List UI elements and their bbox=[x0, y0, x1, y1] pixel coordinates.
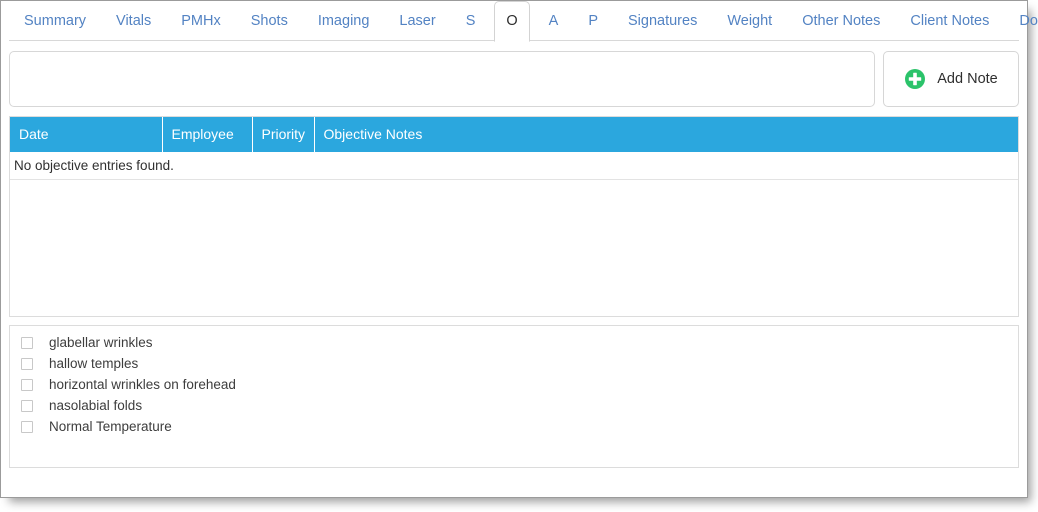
tab-weight[interactable]: Weight bbox=[716, 1, 783, 41]
tab-label: S bbox=[465, 13, 476, 29]
tab-client-notes[interactable]: Client Notes bbox=[899, 1, 1000, 41]
checkbox-horizontal-wrinkles-on-forehead[interactable] bbox=[21, 378, 33, 391]
tab-signatures[interactable]: Signatures bbox=[617, 1, 708, 41]
tab-label: P bbox=[588, 13, 598, 29]
tab-label: A bbox=[548, 13, 559, 29]
column-header-employee[interactable]: Employee bbox=[162, 117, 253, 152]
tab-label: Client Notes bbox=[910, 13, 990, 29]
checkbox-nasolabial-folds[interactable] bbox=[21, 399, 33, 412]
tab-vitals[interactable]: Vitals bbox=[105, 1, 162, 41]
checklist-item-label: horizontal wrinkles on forehead bbox=[49, 377, 236, 392]
checklist-item[interactable]: hallow temples bbox=[14, 353, 1014, 374]
add-note-label: Add Note bbox=[937, 71, 998, 87]
checklist-item-label: nasolabial folds bbox=[49, 398, 143, 413]
table-empty-row: No objective entries found. bbox=[10, 152, 1018, 180]
tab-label: Shots bbox=[250, 13, 288, 29]
table-header-row: Date Employee Priority Objective Notes bbox=[10, 117, 1018, 152]
table-header: Date Employee Priority Objective Notes bbox=[10, 117, 1018, 152]
tab-a[interactable]: A bbox=[538, 1, 570, 41]
tab-label: Documents bbox=[1019, 13, 1038, 29]
empty-state-message: No objective entries found. bbox=[10, 152, 1018, 180]
objective-notes-panel: Date Employee Priority Objective Notes N… bbox=[9, 116, 1019, 317]
tab-label: Vitals bbox=[116, 13, 152, 29]
objective-note-input[interactable] bbox=[9, 51, 875, 107]
tab-documents[interactable]: Documents bbox=[1008, 1, 1038, 41]
checklist-item-label: hallow temples bbox=[49, 356, 139, 371]
tab-label: Other Notes bbox=[802, 13, 881, 29]
tab-other-notes[interactable]: Other Notes bbox=[791, 1, 891, 41]
tab-label: Imaging bbox=[317, 13, 370, 29]
checkbox-hallow-temples[interactable] bbox=[21, 357, 33, 370]
add-note-button[interactable]: Add Note bbox=[883, 51, 1019, 107]
tab-imaging[interactable]: Imaging bbox=[307, 1, 381, 41]
checklist-item[interactable]: nasolabial folds bbox=[14, 395, 1014, 416]
objective-checklist-panel: glabellar wrinkles hallow temples horizo… bbox=[9, 325, 1019, 468]
tab-summary[interactable]: Summary bbox=[13, 1, 97, 41]
tab-label: Signatures bbox=[628, 13, 698, 29]
tab-laser[interactable]: Laser bbox=[388, 1, 446, 41]
tab-panel-objective: Add Note Date Employee Priority Objectiv… bbox=[1, 41, 1027, 468]
tab-pmhx[interactable]: PMHx bbox=[170, 1, 231, 41]
application-window: Summary Vitals PMHx Shots Imaging Laser … bbox=[0, 0, 1038, 498]
column-header-date[interactable]: Date bbox=[10, 117, 163, 152]
checklist-item[interactable]: Normal Temperature bbox=[14, 416, 1014, 437]
tab-label: Weight bbox=[727, 13, 773, 29]
table-body: No objective entries found. bbox=[10, 152, 1018, 180]
checklist-item-label: Normal Temperature bbox=[49, 419, 172, 434]
column-header-objective-notes[interactable]: Objective Notes bbox=[314, 117, 1018, 152]
tab-label: Laser bbox=[399, 13, 436, 29]
tab-label: Summary bbox=[24, 13, 87, 29]
tab-label: O bbox=[506, 13, 518, 29]
checklist-item-label: glabellar wrinkles bbox=[49, 335, 153, 350]
tab-label: PMHx bbox=[181, 13, 221, 29]
checklist-item[interactable]: horizontal wrinkles on forehead bbox=[14, 374, 1014, 395]
objective-notes-table: Date Employee Priority Objective Notes N… bbox=[10, 117, 1018, 180]
checklist-item[interactable]: glabellar wrinkles bbox=[14, 332, 1014, 353]
checkbox-normal-temperature[interactable] bbox=[21, 420, 33, 433]
tab-p[interactable]: P bbox=[577, 1, 609, 41]
checkbox-glabellar-wrinkles[interactable] bbox=[21, 336, 33, 349]
tab-shots[interactable]: Shots bbox=[240, 1, 299, 41]
plus-circle-icon bbox=[904, 68, 926, 90]
tab-s[interactable]: S bbox=[455, 1, 487, 41]
column-header-priority[interactable]: Priority bbox=[252, 117, 315, 152]
note-entry-row: Add Note bbox=[9, 41, 1019, 107]
tab-bar: Summary Vitals PMHx Shots Imaging Laser … bbox=[1, 1, 1038, 42]
tab-o[interactable]: O bbox=[494, 1, 530, 42]
